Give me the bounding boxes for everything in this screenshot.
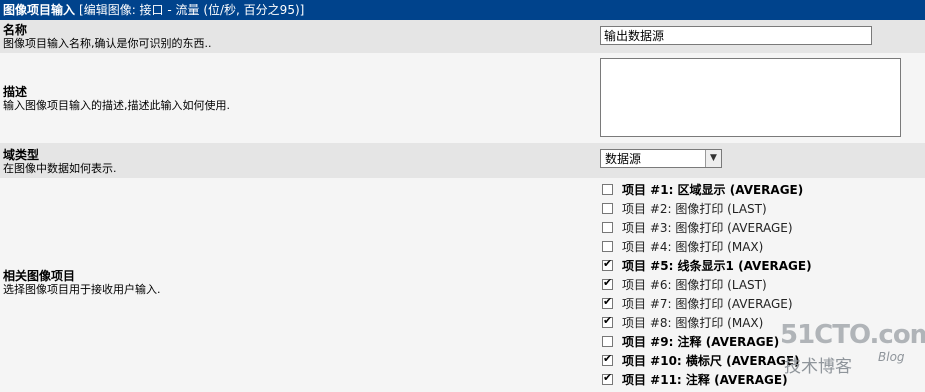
checkmark-icon: ✔ bbox=[603, 295, 613, 308]
related-item-label: 项目 #5: 线条显示1 (AVERAGE) bbox=[622, 259, 812, 273]
related-item-label: 项目 #8: 图像打印 (MAX) bbox=[622, 316, 764, 330]
related-item-checkbox[interactable] bbox=[602, 241, 613, 252]
checkmark-icon: ✔ bbox=[603, 314, 613, 327]
description-description: 输入图像项目输入的描述,描述此输入如何使用. bbox=[3, 99, 230, 112]
form-subtitle: [编辑图像: 接口 - 流量 (位/秒, 百分之95)] bbox=[79, 3, 305, 17]
field-type-select[interactable]: 数据源 ▼ bbox=[600, 149, 722, 168]
field-type-description: 在图像中数据如何表示. bbox=[3, 162, 117, 175]
related-item-checkbox[interactable] bbox=[602, 203, 613, 214]
related-item-checkbox[interactable]: ✔ bbox=[602, 371, 613, 385]
field-type-label: 域类型 bbox=[3, 148, 40, 162]
related-items-description: 选择图像项目用于接收用户输入. bbox=[3, 283, 161, 296]
related-item-label: 项目 #11: 注释 (AVERAGE) bbox=[622, 373, 788, 387]
related-item-label: 项目 #1: 区域显示 (AVERAGE) bbox=[622, 183, 804, 197]
description-label: 描述 bbox=[3, 85, 28, 99]
name-input[interactable] bbox=[600, 26, 872, 45]
related-item-label: 项目 #2: 图像打印 (LAST) bbox=[622, 202, 767, 216]
checkmark-icon: ✔ bbox=[603, 352, 613, 365]
related-item-checkbox[interactable]: ✔ bbox=[602, 276, 613, 290]
description-label-group: 描述 输入图像项目输入的描述,描述此输入如何使用. bbox=[3, 85, 230, 113]
related-item-checkbox[interactable]: ✔ bbox=[602, 295, 613, 309]
related-item-label: 项目 #3: 图像打印 (AVERAGE) bbox=[622, 221, 793, 235]
related-item-checkbox[interactable] bbox=[602, 222, 613, 233]
checkmark-icon: ✔ bbox=[603, 276, 613, 289]
checkmark-icon: ✔ bbox=[603, 371, 613, 384]
description-row: 描述 输入图像项目输入的描述,描述此输入如何使用. bbox=[0, 53, 925, 143]
related-item-checkbox[interactable]: ✔ bbox=[602, 352, 613, 366]
name-label: 名称 bbox=[3, 23, 28, 37]
name-label-group: 名称 图像项目输入名称,确认是你可识别的东西.. bbox=[3, 23, 212, 51]
related-item-checkbox[interactable]: ✔ bbox=[602, 314, 613, 328]
field-type-selected: 数据源 bbox=[605, 152, 642, 166]
name-row: 名称 图像项目输入名称,确认是你可识别的东西.. bbox=[0, 20, 925, 53]
related-items-label: 相关图像项目 bbox=[3, 269, 76, 283]
watermark-blog: Blog bbox=[878, 350, 905, 364]
checkmark-icon: ✔ bbox=[603, 257, 613, 270]
chevron-down-icon[interactable]: ▼ bbox=[705, 150, 721, 167]
description-textarea[interactable] bbox=[600, 58, 901, 137]
related-item-checkbox[interactable] bbox=[602, 336, 613, 347]
related-item-label: 项目 #7: 图像打印 (AVERAGE) bbox=[622, 297, 793, 311]
related-items-label-group: 相关图像项目 选择图像项目用于接收用户输入. bbox=[3, 269, 161, 297]
watermark-sub: 技术博客 bbox=[784, 357, 852, 377]
form-header: 图像项目输入 [编辑图像: 接口 - 流量 (位/秒, 百分之95)] bbox=[0, 0, 925, 20]
watermark-main: 51CTO.com bbox=[780, 320, 925, 350]
related-item-checkbox[interactable] bbox=[602, 184, 613, 195]
field-type-row: 域类型 在图像中数据如何表示. 数据源 ▼ bbox=[0, 143, 925, 178]
related-item-label: 项目 #4: 图像打印 (MAX) bbox=[622, 240, 764, 254]
form-title: 图像项目输入 bbox=[3, 3, 76, 17]
related-item-label: 项目 #10: 横标尺 (AVERAGE) bbox=[622, 354, 800, 368]
name-description: 图像项目输入名称,确认是你可识别的东西.. bbox=[3, 37, 212, 50]
related-item-label: 项目 #9: 注释 (AVERAGE) bbox=[622, 335, 780, 349]
related-item-checkbox[interactable]: ✔ bbox=[602, 257, 613, 271]
related-item-label: 项目 #6: 图像打印 (LAST) bbox=[622, 278, 767, 292]
field-type-label-group: 域类型 在图像中数据如何表示. bbox=[3, 148, 117, 176]
